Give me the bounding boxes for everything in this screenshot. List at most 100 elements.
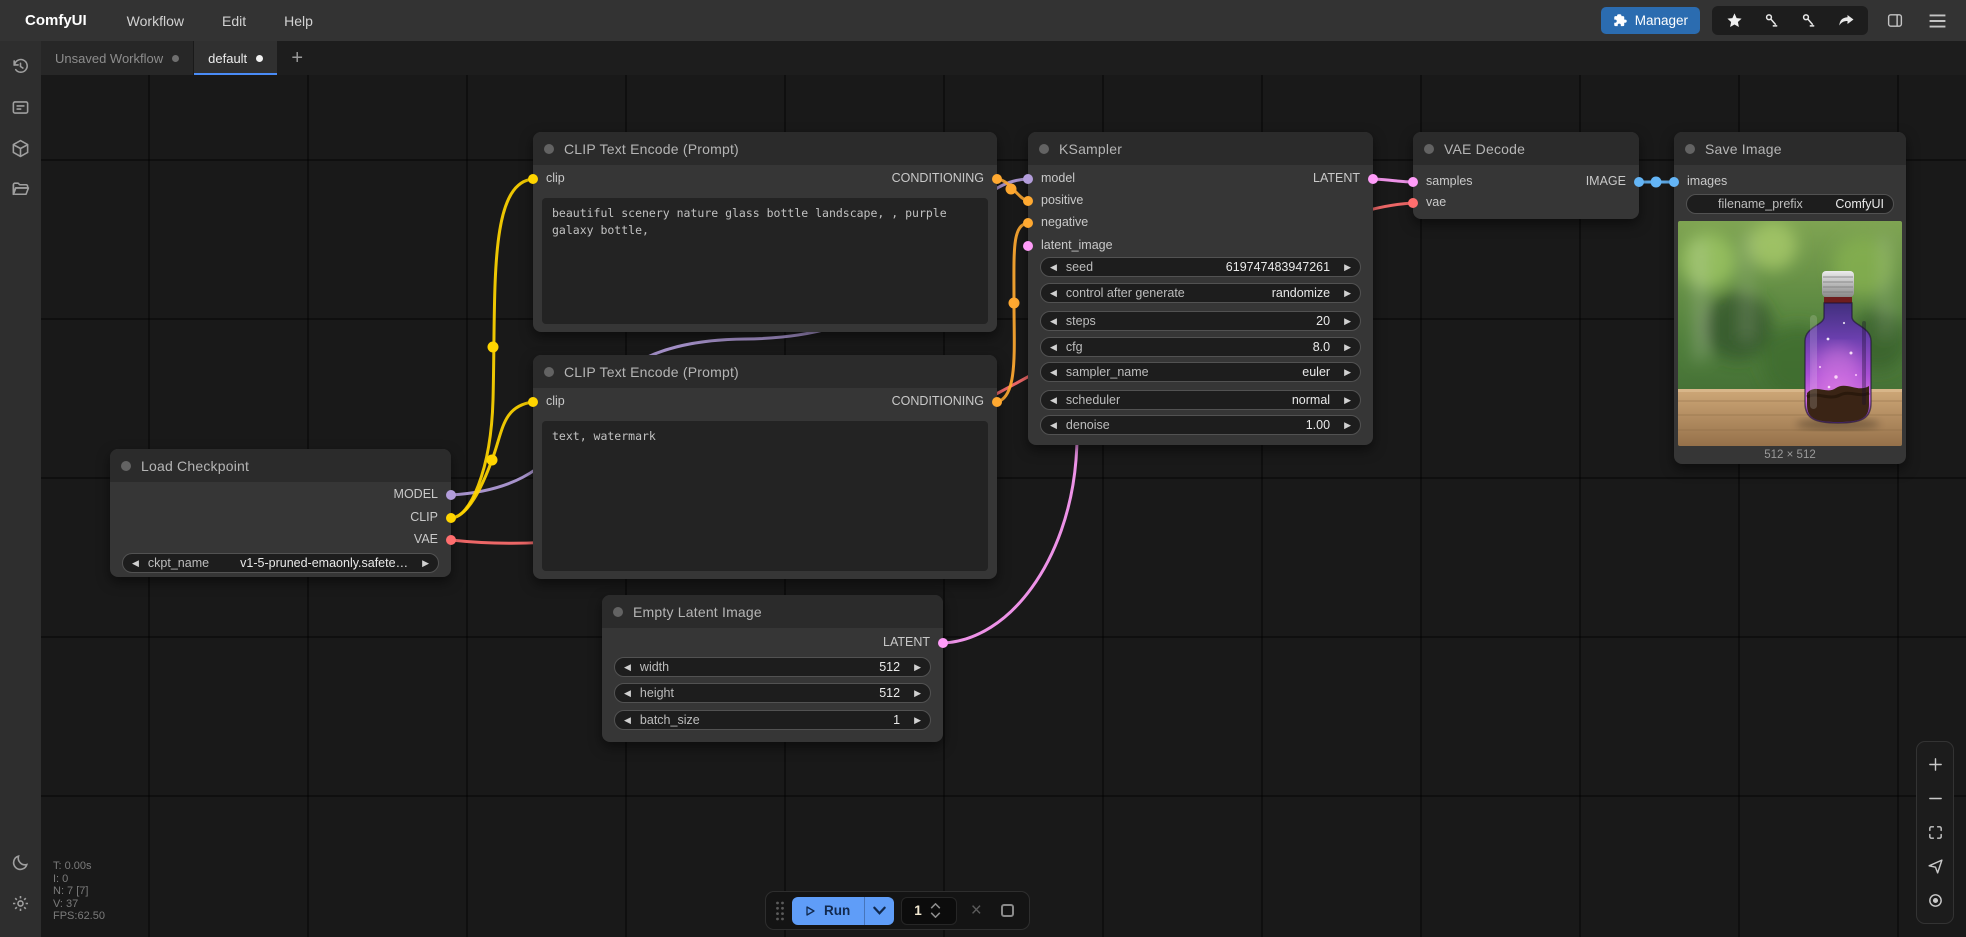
widget-decrement-icon[interactable]: ◀ [132,559,139,568]
node-header[interactable]: CLIP Text Encode (Prompt) [533,355,997,388]
widget-decrement-icon[interactable]: ◀ [1050,421,1057,430]
run-options-caret[interactable] [864,897,894,925]
input-port-positive[interactable] [1023,196,1033,206]
widget-increment-icon[interactable]: ▶ [1344,421,1351,430]
share-icon[interactable] [1827,6,1864,35]
widget-decrement-icon[interactable]: ◀ [1050,289,1057,298]
input-port-vae[interactable] [1408,198,1418,208]
folder-icon[interactable] [4,172,38,206]
widget-increment-icon[interactable]: ▶ [1344,343,1351,352]
widget-ckpt_name[interactable]: ◀ckpt_namev1-5-pruned-emaonly.safete…▶ [122,553,439,573]
output-port-LATENT[interactable] [1368,174,1378,184]
widget-decrement-icon[interactable]: ◀ [624,689,631,698]
prompt-textarea[interactable]: text, watermark [542,421,988,571]
widget-decrement-icon[interactable]: ◀ [1050,396,1057,405]
node-empty-latent-image[interactable]: Empty Latent ImageLATENT◀width512▶◀heigh… [602,595,943,742]
zoom-in-icon[interactable] [1921,751,1949,779]
tab-unsaved-workflow[interactable]: Unsaved Workflow [41,41,194,75]
widget-scheduler[interactable]: ◀schedulernormal▶ [1040,390,1361,410]
collapse-dot-icon[interactable] [1424,144,1434,154]
collapse-dot-icon[interactable] [544,144,554,154]
node-clip-text-encode-negative[interactable]: CLIP Text Encode (Prompt)clipCONDITIONIN… [533,355,997,579]
widget-sampler_name[interactable]: ◀sampler_nameeuler▶ [1040,362,1361,382]
output-port-LATENT[interactable] [938,638,948,648]
widget-denoise[interactable]: ◀denoise1.00▶ [1040,415,1361,435]
node-header[interactable]: VAE Decode [1413,132,1639,165]
settings-gear-icon[interactable] [4,886,38,920]
input-port-images[interactable] [1669,177,1679,187]
manager-button[interactable]: Manager [1601,7,1700,34]
widget-increment-icon[interactable]: ▶ [914,663,921,672]
widget-increment-icon[interactable]: ▶ [914,716,921,725]
widget-decrement-icon[interactable]: ◀ [1050,263,1057,272]
node-header[interactable]: CLIP Text Encode (Prompt) [533,132,997,165]
fit-view-icon[interactable] [1921,818,1949,846]
input-port-latent_image[interactable] [1023,241,1033,251]
widget-increment-icon[interactable]: ▶ [1344,263,1351,272]
stepper-up-icon[interactable] [930,903,941,909]
node-vae-decode[interactable]: VAE DecodesamplesvaeIMAGE [1413,132,1639,219]
queue-icon[interactable] [4,90,38,124]
collapse-dot-icon[interactable] [544,367,554,377]
collapse-dot-icon[interactable] [1685,144,1695,154]
widget-height[interactable]: ◀height512▶ [614,683,931,703]
widget-filename_prefix[interactable]: filename_prefixComfyUI [1686,194,1894,214]
widget-decrement-icon[interactable]: ◀ [1050,317,1057,326]
widget-increment-icon[interactable]: ▶ [914,689,921,698]
widget-increment-icon[interactable]: ▶ [1344,368,1351,377]
zoom-out-icon[interactable] [1921,785,1949,813]
toggle-visibility-eye-icon[interactable] [1921,886,1949,914]
widget-increment-icon[interactable]: ▶ [1344,289,1351,298]
input-port-samples[interactable] [1408,177,1418,187]
widget-increment-icon[interactable]: ▶ [1344,317,1351,326]
node-save-image[interactable]: Save Imageimagesfilename_prefixComfyUI [1674,132,1906,464]
widget-cfg[interactable]: ◀cfg8.0▶ [1040,337,1361,357]
tab-default[interactable]: default [194,41,277,75]
widget-batch_size[interactable]: ◀batch_size1▶ [614,710,931,730]
menu-workflow[interactable]: Workflow [127,13,184,29]
widget-decrement-icon[interactable]: ◀ [1050,343,1057,352]
new-tab-button[interactable]: + [277,41,317,75]
collapse-dot-icon[interactable] [613,607,623,617]
batch-count-input[interactable]: 1 [901,897,957,925]
node-load-checkpoint[interactable]: Load CheckpointMODELCLIPVAE◀ckpt_namev1-… [110,449,451,577]
node-graph-icon[interactable] [1753,6,1790,35]
output-port-MODEL[interactable] [446,490,456,500]
node-graph-icon-2[interactable] [1790,6,1827,35]
input-port-model[interactable] [1023,174,1033,184]
input-port-clip[interactable] [528,174,538,184]
collapse-dot-icon[interactable] [1039,144,1049,154]
model-library-icon[interactable] [4,131,38,165]
widget-steps[interactable]: ◀steps20▶ [1040,311,1361,331]
node-ksampler[interactable]: KSamplermodelpositivenegativelatent_imag… [1028,132,1373,445]
node-header[interactable]: Load Checkpoint [110,449,451,482]
widget-control-after-generate[interactable]: ◀control after generaterandomize▶ [1040,283,1361,303]
stop-icon[interactable] [1001,904,1014,917]
node-header[interactable]: Save Image [1674,132,1906,165]
widget-seed[interactable]: ◀seed619747483947261▶ [1040,257,1361,277]
theme-moon-icon[interactable] [4,845,38,879]
node-header[interactable]: KSampler [1028,132,1373,165]
navigate-cursor-icon[interactable] [1921,852,1949,880]
output-port-CONDITIONING[interactable] [992,397,1002,407]
menu-edit[interactable]: Edit [222,13,246,29]
drag-handle[interactable] [775,900,785,922]
app-logo[interactable]: ComfyUI [25,12,87,29]
input-port-negative[interactable] [1023,218,1033,228]
widget-increment-icon[interactable]: ▶ [1344,396,1351,405]
workflows-history-icon[interactable] [4,49,38,83]
input-port-clip[interactable] [528,397,538,407]
star-icon[interactable] [1716,6,1753,35]
prompt-textarea[interactable]: beautiful scenery nature glass bottle la… [542,198,988,324]
panel-toggle-icon[interactable] [1880,6,1910,35]
output-port-CLIP[interactable] [446,513,456,523]
node-header[interactable]: Empty Latent Image [602,595,943,628]
output-port-IMAGE[interactable] [1634,177,1644,187]
output-port-CONDITIONING[interactable] [992,174,1002,184]
menu-help[interactable]: Help [284,13,313,29]
stepper-down-icon[interactable] [930,912,941,918]
run-button[interactable]: Run [792,897,864,925]
widget-decrement-icon[interactable]: ◀ [624,716,631,725]
output-port-VAE[interactable] [446,535,456,545]
widget-decrement-icon[interactable]: ◀ [1050,368,1057,377]
